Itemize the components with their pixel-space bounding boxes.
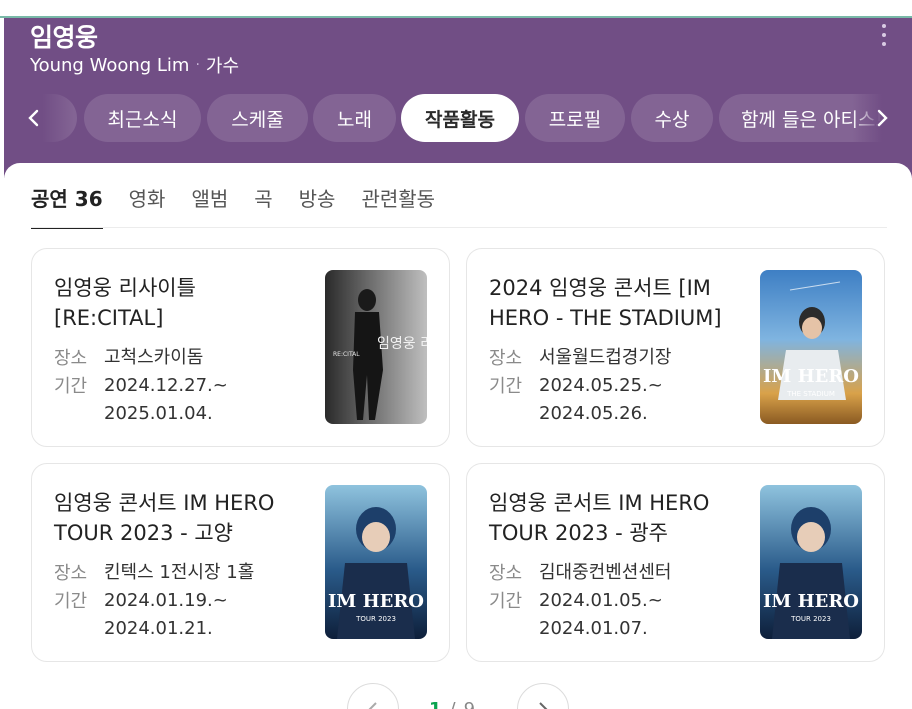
page-indicator: 1 / 9	[429, 699, 475, 709]
total-pages: 9	[464, 699, 475, 709]
period-value: 2024.12.27.~ 2025.01.04.	[104, 375, 228, 424]
period-label: 기간	[489, 376, 523, 397]
period-row: 기간 2024.01.05.~ 2024.01.07.	[489, 587, 759, 643]
poster-title-text: 임영웅 리사이틀	[377, 336, 427, 352]
venue-value: 고척스카이돔	[104, 347, 204, 368]
venue-label: 장소	[54, 348, 88, 369]
period-value: 2024.01.19.~ 2024.01.21.	[104, 590, 228, 639]
page-title: 임영웅	[30, 23, 98, 52]
chip-songs[interactable]: 노래	[313, 94, 396, 142]
concert-poster-image[interactable]: IM HERO TOUR 2023	[325, 485, 427, 639]
tab-songs[interactable]: 곡	[254, 183, 272, 229]
period-label: 기간	[489, 591, 523, 612]
concert-poster-image[interactable]: IM HERO THE STADIUM	[760, 270, 862, 424]
tab-concerts-label: 공연	[31, 187, 68, 211]
separator-dot: ·	[195, 57, 200, 73]
concert-title[interactable]: 임영웅 콘서트 IM HERO TOUR 2023 - 광주	[489, 488, 744, 548]
period-value: 2024.01.05.~ 2024.01.07.	[539, 590, 663, 639]
venue-label: 장소	[489, 563, 523, 584]
period-row: 기간 2024.05.25.~ 2024.05.26.	[489, 372, 759, 428]
chip-profile[interactable]: 프로필	[525, 94, 625, 142]
chip-news[interactable]: 최근소식	[84, 94, 201, 142]
venue-value: 서울월드컵경기장	[539, 347, 672, 368]
venue-label: 장소	[54, 563, 88, 584]
more-options-icon[interactable]	[878, 24, 890, 46]
concert-poster-image[interactable]: IM HERO TOUR 2023	[760, 485, 862, 639]
concert-title[interactable]: 임영웅 리사이틀 [RE:CITAL]	[54, 273, 309, 333]
venue-row: 장소 김대중컨벤션센터	[489, 559, 759, 587]
tab-movies[interactable]: 영화	[129, 183, 166, 229]
poster-subtitle-text: TOUR 2023	[790, 615, 831, 623]
period-label: 기간	[54, 591, 88, 612]
venue-label: 장소	[489, 348, 523, 369]
concert-card[interactable]: 임영웅 리사이틀 [RE:CITAL] 장소 고척스카이돔 기간 2024.12…	[31, 248, 450, 447]
poster-subtitle-text: RE:CITAL	[333, 351, 360, 358]
concert-card[interactable]: 임영웅 콘서트 IM HERO TOUR 2023 - 고양 장소 킨텍스 1전…	[31, 463, 450, 662]
poster-title-text: IM HERO	[763, 366, 859, 387]
content-panel: 공연 36 영화 앨범 곡 방송 관련활동 임영웅 리사이틀 [RE:CITAL…	[4, 163, 912, 709]
tab-related-activities[interactable]: 관련활동	[361, 183, 435, 229]
tab-concerts[interactable]: 공연 36	[31, 183, 103, 229]
poster-subtitle-text: TOUR 2023	[355, 615, 396, 623]
occupation: 가수	[205, 56, 240, 77]
previous-page-button[interactable]	[347, 683, 399, 709]
concert-title[interactable]: 2024 임영웅 콘서트 [IM HERO - THE STADIUM]	[489, 273, 744, 333]
tab-broadcasts[interactable]: 방송	[299, 183, 336, 229]
tab-albums[interactable]: 앨범	[191, 183, 228, 229]
next-page-button[interactable]	[517, 683, 569, 709]
chip-schedule[interactable]: 스케줄	[207, 94, 308, 142]
subtitle: Young Woong Lim · 가수	[30, 52, 239, 78]
page-separator: /	[450, 699, 456, 709]
pagination: 1 / 9	[347, 683, 577, 709]
period-label: 기간	[54, 376, 88, 397]
concert-card[interactable]: 임영웅 콘서트 IM HERO TOUR 2023 - 광주 장소 김대중컨벤션…	[466, 463, 885, 662]
tab-concerts-count: 36	[74, 187, 103, 211]
english-name: Young Woong Lim	[30, 54, 190, 76]
poster-title-text: IM HERO	[328, 591, 424, 612]
chevron-right-icon[interactable]	[870, 106, 894, 130]
chip-works[interactable]: 작품활동	[401, 94, 519, 142]
category-chips: 최근소식 스케줄 노래 작품활동 프로필 수상 함께 들은 아티스트	[4, 92, 912, 144]
concert-poster-image[interactable]: 임영웅 리사이틀 RE:CITAL	[325, 270, 427, 424]
subtab-divider	[31, 227, 887, 228]
top-border	[0, 0, 912, 18]
period-value: 2024.05.25.~ 2024.05.26.	[539, 375, 663, 424]
chevron-right-icon	[539, 702, 548, 709]
venue-row: 장소 서울월드컵경기장	[489, 344, 759, 372]
poster-subtitle-text: THE STADIUM	[786, 390, 835, 398]
venue-row: 장소 킨텍스 1전시장 1홀	[54, 559, 324, 587]
poster-title-text: IM HERO	[763, 591, 859, 612]
chip-awards[interactable]: 수상	[631, 94, 713, 142]
knowledge-panel-header: 임영웅 Young Woong Lim · 가수 최근소식 스케줄 노래 작품활…	[4, 18, 912, 178]
venue-row: 장소 고척스카이돔	[54, 344, 324, 372]
period-row: 기간 2024.12.27.~ 2025.01.04.	[54, 372, 324, 428]
works-subtabs: 공연 36 영화 앨범 곡 방송 관련활동	[31, 183, 435, 229]
venue-value: 김대중컨벤션센터	[539, 562, 672, 583]
concert-card[interactable]: 2024 임영웅 콘서트 [IM HERO - THE STADIUM] 장소 …	[466, 248, 885, 447]
chevron-left-icon	[368, 702, 377, 709]
concert-title[interactable]: 임영웅 콘서트 IM HERO TOUR 2023 - 고양	[54, 488, 309, 548]
venue-value: 킨텍스 1전시장 1홀	[104, 562, 255, 583]
current-page: 1	[429, 699, 442, 709]
period-row: 기간 2024.01.19.~ 2024.01.21.	[54, 587, 324, 643]
chevron-left-icon[interactable]	[22, 106, 46, 130]
